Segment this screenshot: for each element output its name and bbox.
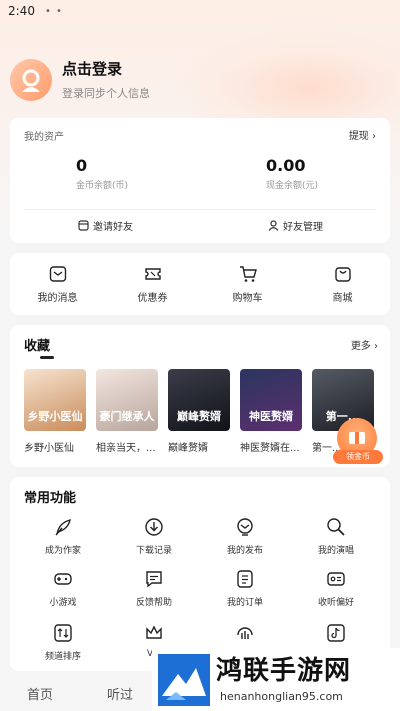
tool-mini-games[interactable]: 小游戏 [23,569,103,608]
favorite-book[interactable]: 神医赘婿 神医赘婿在... [240,369,302,454]
user-icon [268,220,279,231]
nav-home[interactable]: 首页 [27,684,53,703]
friends-manage-button[interactable]: 好友管理 [268,218,323,233]
quick-item-coupons[interactable]: 优惠券 [105,253,200,315]
login-title[interactable]: 点击登录 [62,58,150,79]
tools-title: 常用功能 [24,491,77,506]
quick-item-label: 我的消息 [37,292,78,304]
assets-divider [24,209,376,210]
publish-icon [237,518,253,536]
tool-my-singing[interactable]: 我的演唱 [296,517,376,556]
coupon-icon [144,267,161,280]
sort-icon [54,624,72,642]
tool-label: 我的演唱 [317,546,354,556]
download-icon [145,518,163,536]
tool-my-publish[interactable]: 我的发布 [205,517,285,556]
sing-icon [327,518,345,536]
coin-badge-label: 领金币 [333,450,383,464]
tool-label: 我的发布 [226,546,263,556]
gamepad-icon [54,573,72,585]
quick-actions-card: 我的消息 优惠券 购物车 商城 [10,253,390,315]
status-time: 2:40 [8,4,35,18]
tiktok-icon [327,624,345,642]
tool-feedback-help[interactable]: 反馈帮助 [114,569,194,608]
book-title: 神医赘婿在... [240,443,300,454]
preference-icon [327,572,345,586]
tool-download-records[interactable]: 下载记录 [114,517,194,556]
book-cover-text: 豪门继承人 [99,410,155,423]
cash-balance-value: 0.00 [266,156,306,175]
favorite-book[interactable]: 乡野小医仙 乡野小医仙 [24,369,86,454]
invite-icon [78,220,89,231]
friends-manage-label: 好友管理 [283,222,323,233]
book-cover-text: 神医赘婿 [249,410,293,423]
tool-channel-sort[interactable]: 频道排序 [23,623,103,662]
withdraw-link[interactable]: 提现 › [349,127,376,142]
assets-header: 我的资产 [24,132,64,143]
status-bar: 2:40 • • [0,0,400,22]
avatar-user-icon [22,69,40,92]
tool-label: 收听偏好 [317,598,354,608]
tool-label: 我的订单 [226,598,263,608]
avatar[interactable] [10,58,52,101]
claim-coins-button[interactable]: 领金币 [333,418,383,466]
message-icon [49,265,66,282]
book-cover: 神医赘婿 [240,369,302,431]
login-subtitle: 登录同步个人信息 [62,87,150,100]
book-title: 乡野小医仙 [24,443,74,454]
watermark-logo-icon [158,654,210,706]
assets-card: 我的资产 提现 › 0 金币余额(币) 0.00 现金余额(元) 邀请好友 好友… [10,118,390,243]
tool-chart[interactable] [205,623,285,649]
book-cover-text: 巅峰赘婿 [177,410,221,423]
favorite-book[interactable]: 豪门继承人 相亲当天，... [96,369,158,454]
watermark-title: 鸿联手游网 [216,656,352,686]
book-cover: 乡野小医仙 [24,369,86,431]
quick-item-label: 商城 [332,292,353,304]
coins-balance-value: 0 [76,156,88,175]
watermark-url: henanhonglian95.com [220,690,343,703]
favorites-title-underline [40,356,54,359]
tool-listening-preference[interactable]: 收听偏好 [296,569,376,608]
tool-my-orders[interactable]: 我的订单 [205,569,285,608]
book-cover: 巅峰赘婿 [168,369,230,431]
tool-label: 小游戏 [49,598,77,608]
nav-listened[interactable]: 听过 [107,684,133,703]
chart-icon [237,627,253,639]
invite-friends-button[interactable]: 邀请好友 [78,218,133,233]
book-cover-text: 乡野小医仙 [27,410,83,423]
invite-friends-label: 邀请好友 [93,222,133,233]
tool-become-author[interactable]: 成为作家 [23,517,103,556]
quick-item-cart[interactable]: 购物车 [200,253,295,315]
common-tools-card: 常用功能 成为作家 下载记录 我的发布 我的演唱 小游戏 反馈帮助 我的订单 收… [10,477,390,671]
quick-item-shop[interactable]: 商城 [295,253,390,315]
tool-label: 下载记录 [135,546,172,556]
quick-item-messages[interactable]: 我的消息 [10,253,105,315]
favorites-more-link[interactable]: 更多 › [351,337,378,352]
book-title: 巅峰赘婿 [168,443,208,454]
feather-icon [55,519,71,536]
profile-login[interactable]: 点击登录 登录同步个人信息 [10,58,150,101]
status-dots: • • [44,5,63,17]
shop-icon [334,266,351,282]
coins-balance-label: 金币余额(币) [76,181,129,191]
order-icon [237,570,253,588]
favorites-title: 收藏 [24,339,51,354]
book-cover: 豪门继承人 [96,369,158,431]
tool-short-video[interactable] [296,623,376,649]
crown-icon [146,625,162,639]
cash-balance-label: 现金余额(元) [266,181,319,191]
book-title: 相亲当天，... [96,443,156,454]
quick-item-label: 优惠券 [137,292,168,304]
feedback-icon [146,571,162,588]
site-watermark: 鸿联手游网 henanhonglian95.com [152,648,400,711]
tool-label: 反馈帮助 [135,598,172,608]
tool-label: 频道排序 [44,652,81,662]
cart-icon [239,265,257,282]
quick-item-label: 购物车 [232,292,263,304]
tool-label: 成为作家 [44,546,81,556]
favorite-book[interactable]: 巅峰赘婿 巅峰赘婿 [168,369,230,454]
